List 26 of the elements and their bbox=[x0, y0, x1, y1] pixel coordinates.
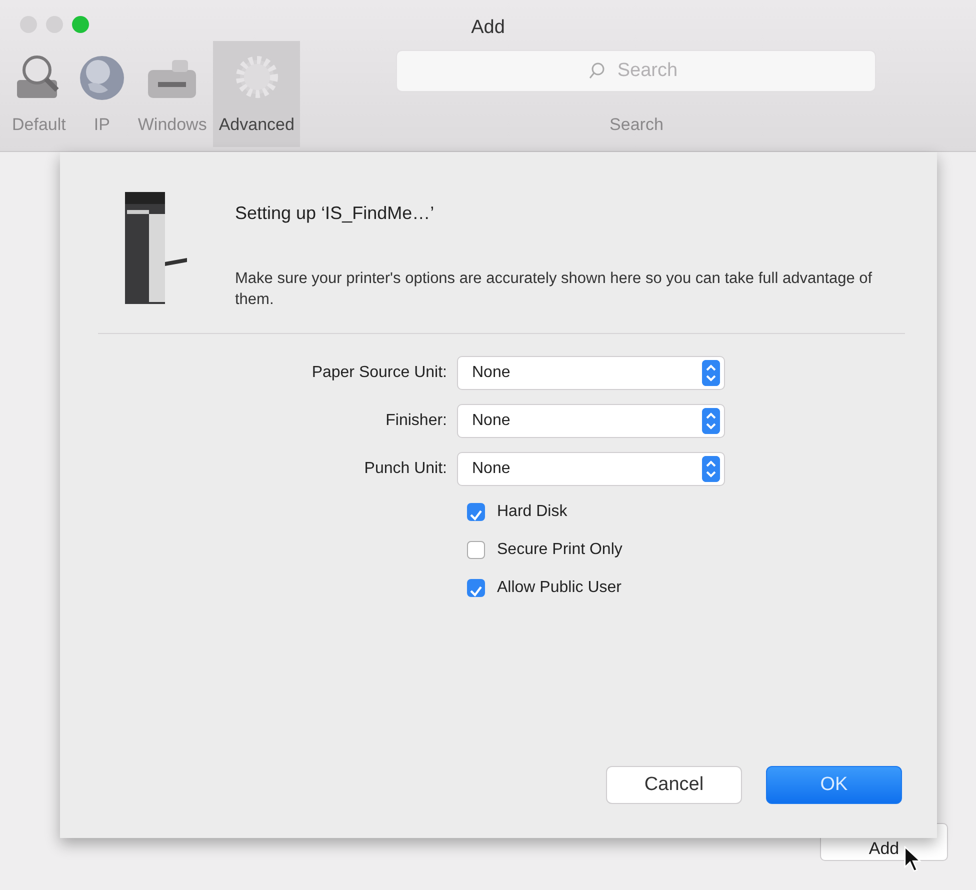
search-label: Search bbox=[610, 114, 664, 136]
printer-icon bbox=[125, 192, 189, 306]
field-label: Paper Source Unit: bbox=[310, 362, 448, 383]
cancel-button[interactable]: Cancel bbox=[606, 766, 742, 804]
dropdown[interactable]: None bbox=[457, 356, 725, 390]
field-label: Punch Unit: bbox=[363, 458, 448, 479]
globe-icon bbox=[78, 54, 126, 102]
window-control-button[interactable] bbox=[72, 16, 89, 33]
toolbar-tab[interactable]: Advanced bbox=[212, 41, 300, 147]
stepper-icon bbox=[702, 456, 720, 482]
sheet-title: Setting up ‘IS_FindMe…’ bbox=[235, 202, 436, 225]
cursor-icon bbox=[904, 846, 922, 872]
checkbox-label: Allow Public User bbox=[497, 578, 622, 598]
dropdown[interactable]: None bbox=[457, 452, 725, 486]
field-label: Finisher: bbox=[384, 410, 448, 431]
dropdown[interactable]: None bbox=[457, 404, 725, 438]
search-field[interactable]: Search bbox=[396, 50, 876, 92]
window-title: Add bbox=[471, 16, 505, 40]
checkbox[interactable] bbox=[467, 540, 485, 559]
stepper-icon bbox=[702, 408, 720, 434]
stepper-icon bbox=[702, 360, 720, 386]
description-text: Make sure your printer's options are accurately shown here so you can take full advantage of them. bbox=[235, 269, 874, 310]
checkbox[interactable] bbox=[467, 578, 485, 597]
checkbox[interactable] bbox=[467, 502, 485, 521]
checkbox-label: Secure Print Only bbox=[497, 540, 622, 560]
checkbox-label: Hard Disk bbox=[497, 502, 568, 522]
